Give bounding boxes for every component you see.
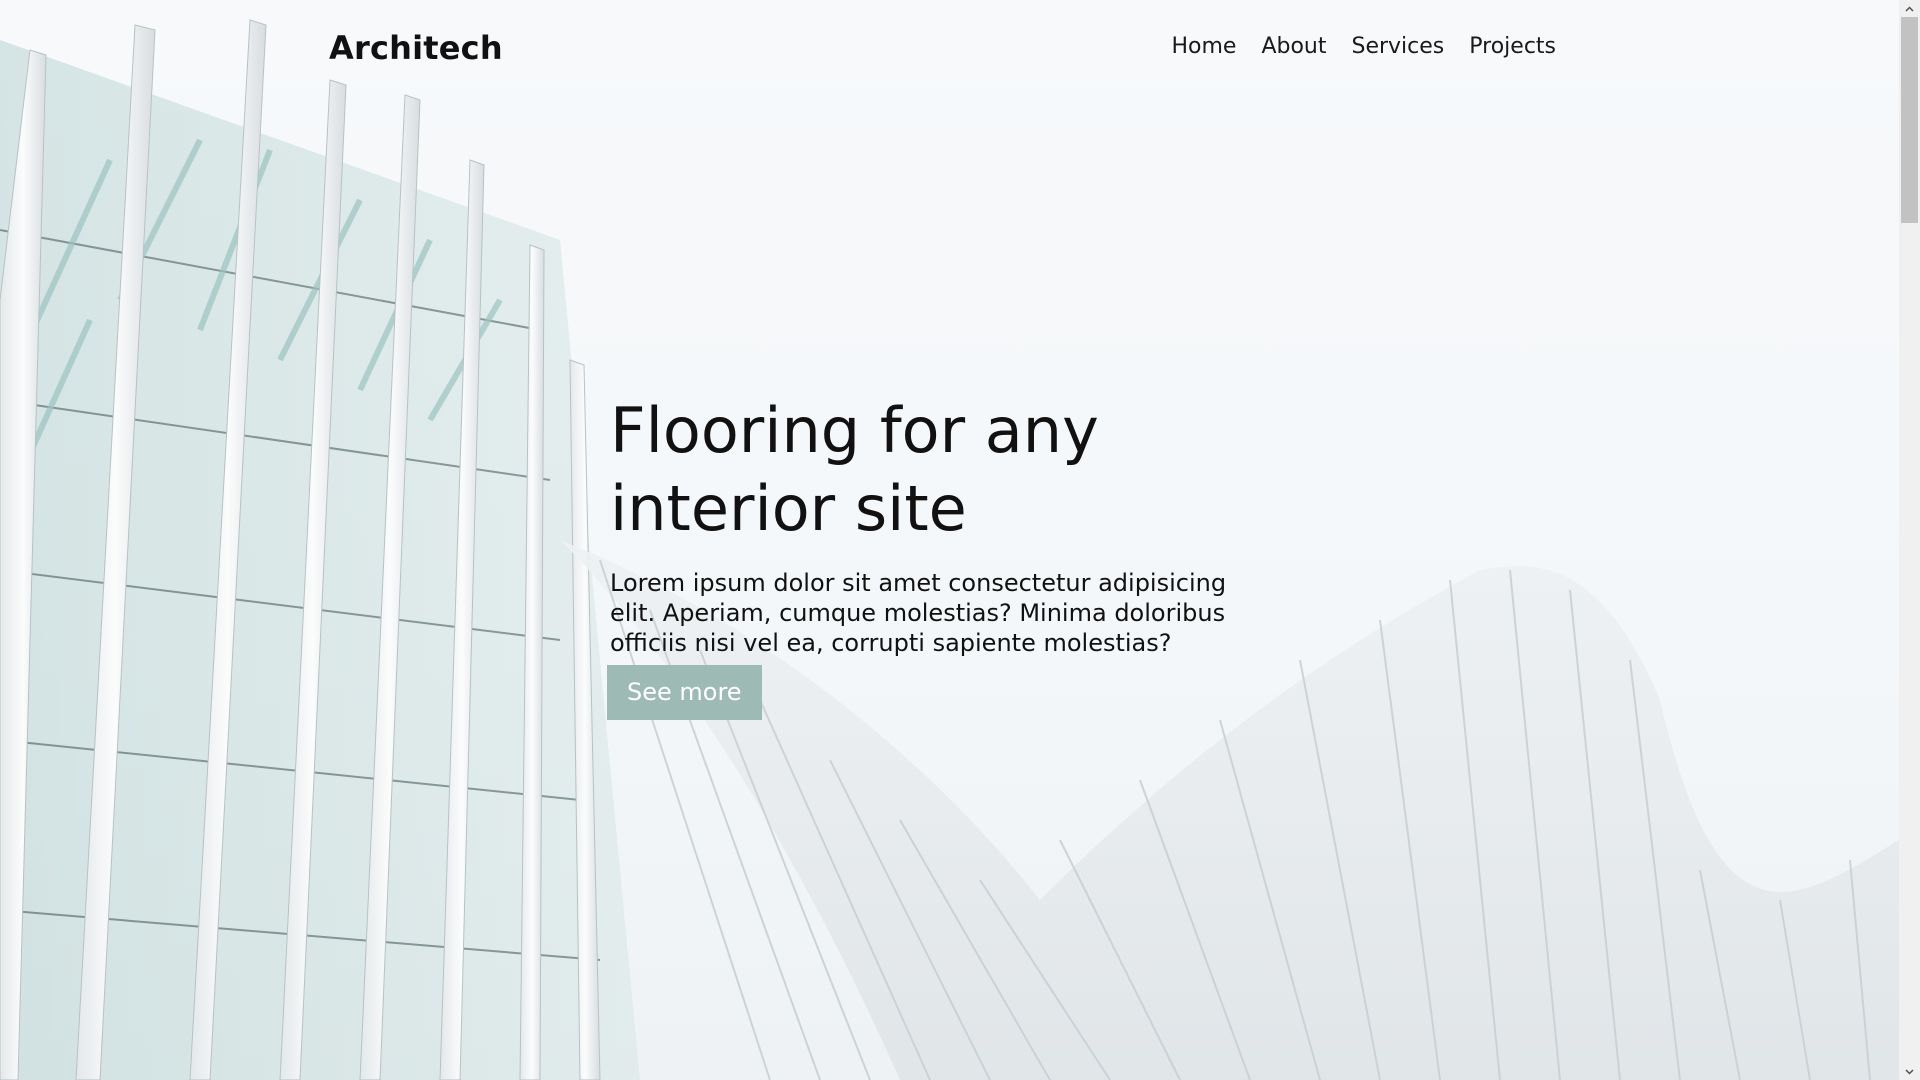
nav-item-projects[interactable]: Projects bbox=[1469, 34, 1556, 59]
scrollbar-thumb[interactable] bbox=[1901, 17, 1918, 223]
brand-logo[interactable]: Architech bbox=[329, 29, 503, 67]
nav-links: Home About Services Projects bbox=[1171, 34, 1556, 59]
top-navbar: Architech Home About Services Projects bbox=[0, 0, 1899, 100]
hero-section: Flooring for any interior site Lorem ips… bbox=[607, 392, 1290, 720]
page-viewport: Architech Home About Services Projects F… bbox=[0, 0, 1899, 1080]
see-more-button[interactable]: See more bbox=[607, 665, 762, 720]
chevron-down-icon[interactable] bbox=[1899, 1063, 1920, 1080]
nav-item-about[interactable]: About bbox=[1261, 34, 1326, 59]
hero-title: Flooring for any interior site bbox=[610, 394, 1099, 545]
chevron-up-icon[interactable] bbox=[1899, 0, 1920, 17]
vertical-scrollbar[interactable] bbox=[1899, 0, 1920, 1080]
nav-item-home[interactable]: Home bbox=[1171, 34, 1236, 59]
nav-item-services[interactable]: Services bbox=[1351, 34, 1444, 59]
hero-description: Lorem ipsum dolor sit amet consectetur a… bbox=[610, 569, 1227, 657]
